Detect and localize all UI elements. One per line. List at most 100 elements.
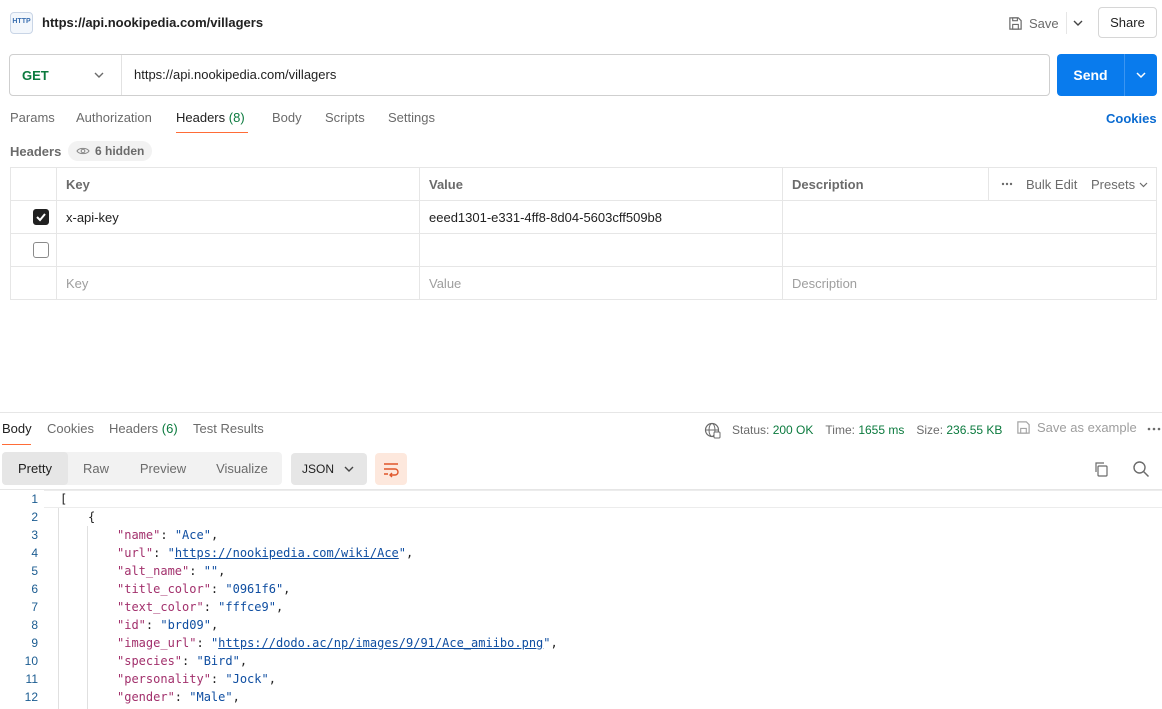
share-button[interactable]: Share: [1098, 7, 1157, 38]
chevron-down-icon: [1139, 182, 1148, 188]
table-header-checkbox-col: [11, 168, 57, 200]
code-line: 3 "name": "Ace",: [0, 526, 1162, 544]
new-description-input[interactable]: Description: [783, 267, 1156, 299]
code-text: "personality": "Jock",: [117, 672, 276, 686]
wrap-lines-button[interactable]: [375, 453, 407, 485]
chevron-down-icon[interactable]: [1071, 14, 1085, 32]
search-icon[interactable]: [1132, 460, 1150, 478]
view-raw-button[interactable]: Raw: [72, 452, 120, 485]
table-header-row: Key Value Description Bulk Edit Presets: [11, 168, 1156, 201]
code-line: 6 "title_color": "0961f6",: [0, 580, 1162, 598]
chevron-down-icon[interactable]: [92, 67, 106, 83]
resp-tab-test-results[interactable]: Test Results: [193, 421, 264, 436]
send-button[interactable]: Send: [1057, 54, 1157, 96]
response-view-toolbar: Pretty Raw Preview Visualize: [2, 452, 282, 485]
http-badge-text: HTTP: [12, 18, 31, 25]
more-horizontal-icon[interactable]: [1147, 422, 1161, 436]
tab-body[interactable]: Body: [272, 110, 302, 125]
resp-tab-cookies[interactable]: Cookies: [47, 421, 94, 436]
code-text: "text_color": "fffce9",: [117, 600, 284, 614]
json-key: "name": [117, 528, 161, 542]
json-string-value: "Jock": [225, 672, 269, 686]
quote: ": [543, 636, 551, 650]
copy-icon[interactable]: [1093, 461, 1109, 477]
code-text: "name": "Ace",: [117, 528, 219, 542]
globe-icon[interactable]: [704, 422, 721, 439]
new-value-input[interactable]: Value: [420, 267, 783, 299]
json-link-value[interactable]: https://nookipedia.com/wiki/Ace: [175, 546, 399, 560]
json-key: "personality": [117, 672, 211, 686]
json-string-value: "0961f6": [225, 582, 284, 596]
resp-tab-body[interactable]: Body: [2, 421, 32, 436]
json-link-value[interactable]: https://dodo.ac/np/images/9/91/Ace_amiib…: [218, 636, 543, 650]
save-icon: [1009, 16, 1022, 30]
header-description-cell[interactable]: [783, 201, 1156, 233]
save-as-example-button[interactable]: Save as example: [1016, 420, 1137, 435]
hidden-headers-toggle[interactable]: 6 hidden: [68, 141, 153, 161]
cookies-link[interactable]: Cookies: [1106, 111, 1157, 126]
json-string-value: "fffce9": [218, 600, 276, 614]
line-number: 6: [31, 582, 38, 596]
chevron-down-icon[interactable]: [1133, 67, 1149, 83]
format-select[interactable]: JSON: [291, 453, 367, 485]
line-number: 4: [31, 546, 38, 560]
view-visualize-button[interactable]: Visualize: [206, 452, 278, 485]
checkmark-icon: [36, 213, 46, 222]
code-text: "title_color": "0961f6",: [117, 582, 291, 596]
tab-headers[interactable]: Headers (8): [176, 110, 245, 125]
header-value-cell[interactable]: eeed1301-e331-4ff8-8d04-5603cff509b8: [420, 201, 783, 233]
header-key-cell[interactable]: [57, 234, 420, 266]
view-preview-button[interactable]: Preview: [130, 452, 196, 485]
line-number: 5: [31, 564, 38, 578]
method-select[interactable]: GET: [22, 68, 49, 83]
tab-settings[interactable]: Settings: [388, 110, 435, 125]
header-key-cell[interactable]: x-api-key: [57, 201, 420, 233]
column-header-description: Description: [783, 168, 989, 200]
save-button[interactable]: Save: [1008, 14, 1059, 32]
new-key-input[interactable]: Key: [57, 267, 420, 299]
json-string-value: "Ace": [174, 528, 211, 542]
code-line: 12 "gender": "Male",: [0, 688, 1162, 706]
resp-tab-headers[interactable]: Headers (6): [109, 421, 178, 436]
json-key: "title_color": [117, 582, 211, 596]
line-number: 11: [25, 672, 38, 686]
column-header-key: Key: [57, 168, 420, 200]
quote: ": [167, 546, 175, 560]
header-value-cell[interactable]: [420, 234, 783, 266]
line-number: 12: [24, 690, 38, 704]
resp-tab-headers-label: Headers: [109, 421, 159, 436]
header-description-cell[interactable]: [783, 234, 1156, 266]
more-horizontal-icon[interactable]: [1001, 177, 1013, 191]
tab-authorization[interactable]: Authorization: [76, 110, 152, 125]
status-value[interactable]: 200 OK: [773, 423, 814, 437]
line-number: 2: [31, 510, 38, 524]
code-line: 8 "id": "brd09",: [0, 616, 1162, 634]
code-text: {: [88, 510, 96, 524]
active-tab-indicator: [176, 132, 248, 133]
json-key: "text_color": [117, 600, 204, 614]
response-body-code[interactable]: 1[2{3 "name": "Ace", 4 "url": "https://nook…: [0, 489, 1162, 709]
json-key: "species": [117, 654, 183, 668]
time-value[interactable]: 1655 ms: [858, 423, 904, 437]
presets-dropdown[interactable]: Presets: [1091, 177, 1148, 192]
json-key: "gender": [117, 690, 175, 704]
size-value[interactable]: 236.55 KB: [946, 423, 1002, 437]
header-enabled-checkbox[interactable]: [33, 209, 49, 225]
bulk-edit-button[interactable]: Bulk Edit: [1026, 177, 1077, 192]
tab-scripts[interactable]: Scripts: [325, 110, 365, 125]
resp-tab-headers-count: (6): [161, 421, 178, 436]
table-row: x-api-key eeed1301-e331-4ff8-8d04-5603cf…: [11, 201, 1156, 234]
tab-params[interactable]: Params: [10, 110, 55, 125]
save-example-icon: [1017, 421, 1030, 434]
header-enabled-checkbox[interactable]: [33, 242, 49, 258]
code-text: "species": "Bird",: [117, 654, 248, 668]
line-number: 10: [24, 654, 38, 668]
view-pretty-button[interactable]: Pretty: [2, 452, 68, 485]
response-divider[interactable]: [0, 412, 1162, 413]
request-title[interactable]: https://api.nookipedia.com/villagers: [42, 15, 263, 30]
json-key: "url": [117, 546, 154, 560]
response-meta: Status: 200 OK Time: 1655 ms Size: 236.5…: [704, 421, 1002, 439]
url-input[interactable]: [134, 67, 1014, 82]
divider: [1066, 12, 1067, 34]
wrap-lines-icon: [384, 463, 399, 478]
